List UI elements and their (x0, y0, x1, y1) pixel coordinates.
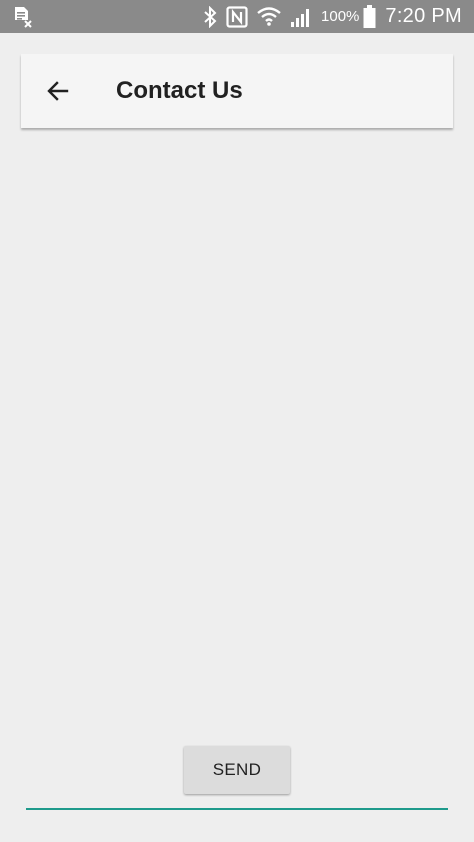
signal-icon (290, 7, 312, 27)
app-bar: Contact Us (21, 54, 453, 128)
nfc-icon (226, 5, 248, 28)
status-clock: 7:20 PM (385, 5, 462, 27)
back-button[interactable] (39, 72, 77, 110)
status-icons: 100% 7:20 PM (203, 0, 462, 33)
notification-sim-icon (12, 6, 34, 28)
status-bar: 100% 7:20 PM (0, 0, 474, 33)
send-button[interactable]: SEND (184, 746, 290, 794)
arrow-back-icon (46, 79, 70, 103)
bluetooth-icon (203, 5, 217, 28)
message-input-underline[interactable] (26, 808, 448, 810)
wifi-icon (257, 6, 281, 28)
page-title: Contact Us (116, 77, 243, 104)
contact-form-area (0, 130, 474, 740)
battery-percent: 100% (321, 8, 360, 25)
battery-icon (363, 4, 376, 29)
